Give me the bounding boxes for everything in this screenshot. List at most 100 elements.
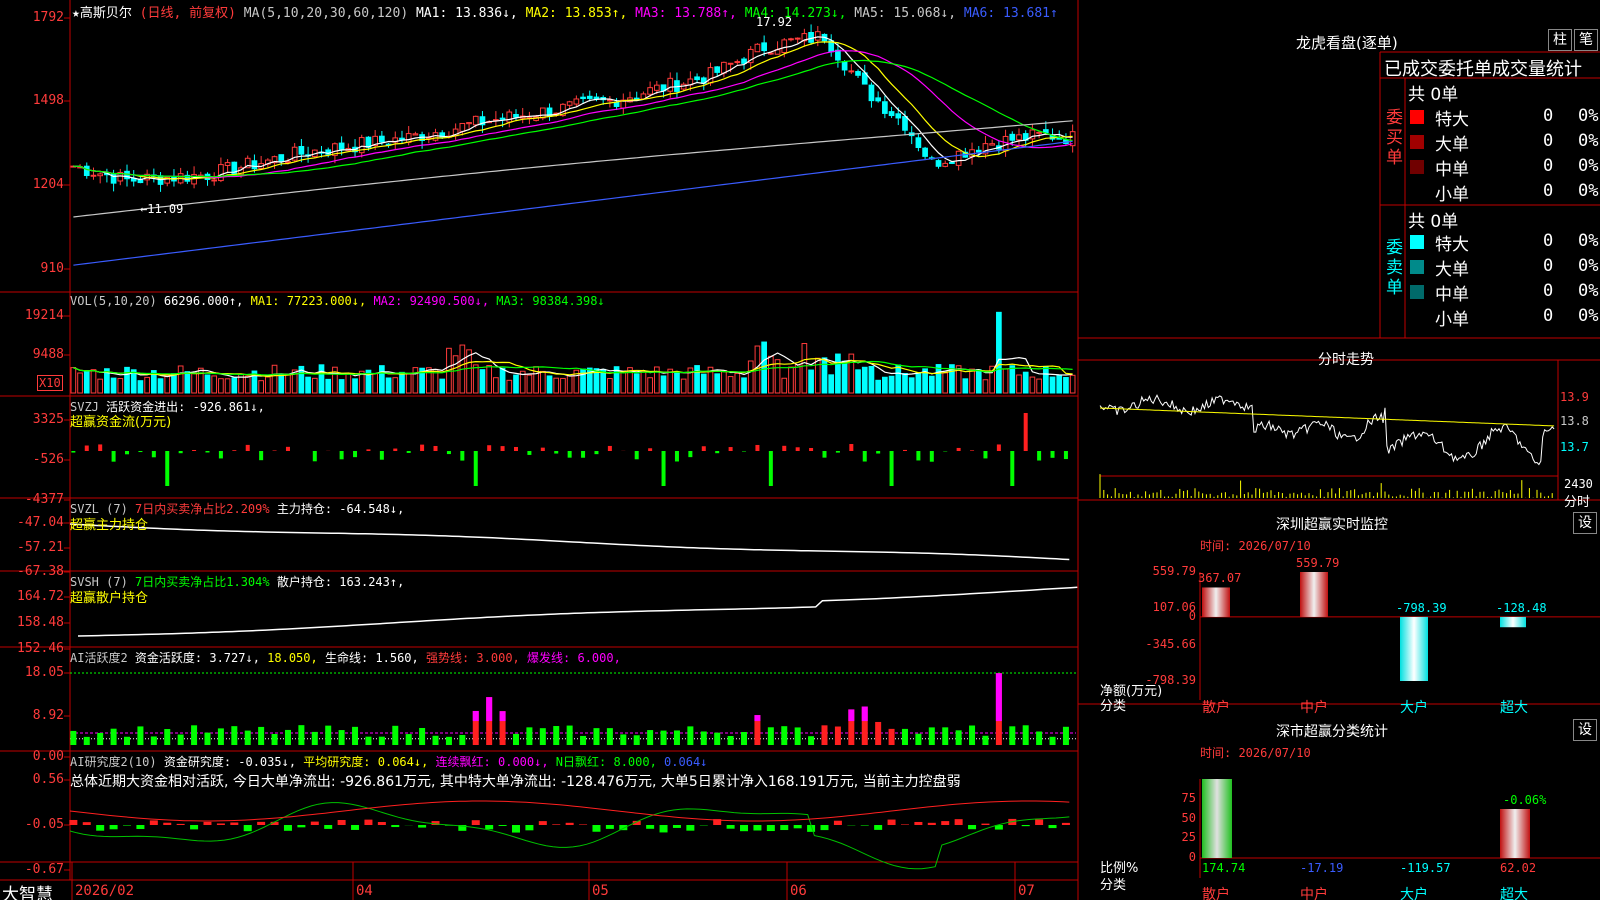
research-bar <box>257 821 266 825</box>
air-header-item: AI研究度2(10) <box>70 755 164 769</box>
order-row[interactable]: 小单 0 0% <box>1408 180 1598 205</box>
candle-body <box>97 173 104 177</box>
research-bar <box>579 824 588 825</box>
air-header-item: 资金研究度: -0.035↓, <box>163 755 304 769</box>
color-swatch <box>1410 235 1424 249</box>
volume-bar <box>472 364 479 394</box>
order-type: 大单 <box>1435 135 1469 155</box>
volume-bar <box>506 379 513 394</box>
order-row[interactable]: 中单 0 0% <box>1408 155 1598 180</box>
monitor-category: 大户 <box>1400 700 1428 716</box>
ma-values: MA(5,10,20,30,60,120) MA1: 13.836↓, MA2:… <box>244 6 1058 21</box>
volume-bar <box>211 375 218 394</box>
order-type: 特大 <box>1435 110 1469 130</box>
activity-bar <box>794 727 801 745</box>
activity-bar <box>942 727 949 745</box>
svzl-panel[interactable] <box>69 523 1070 561</box>
monitor-bar <box>1202 587 1230 617</box>
order-row[interactable]: 中单 0 0% <box>1408 280 1598 305</box>
volume-bar <box>794 364 801 394</box>
volume-bar <box>942 372 949 394</box>
chart-mode[interactable]: (日线, 前复权) <box>140 6 236 21</box>
research-bar <box>753 825 762 831</box>
bar-view-button[interactable]: 柱 <box>1548 29 1572 51</box>
monitor-value: -798.39 <box>1396 600 1447 615</box>
volume-bar <box>647 377 653 394</box>
fund-flow-bar <box>715 451 720 454</box>
activity-bar <box>150 736 157 745</box>
fund-flow-bar <box>285 446 290 451</box>
svzj-ticks-tick: 3325 <box>32 412 64 427</box>
candle-body <box>794 37 801 40</box>
volume-bar <box>660 375 667 394</box>
fund-flow-bar <box>232 450 237 451</box>
date-label: 05 <box>592 883 609 899</box>
ai2-header-item: 18.050, <box>267 651 325 665</box>
volume-bar <box>513 374 519 394</box>
candle-body <box>1036 131 1042 134</box>
activity-bar <box>512 733 519 745</box>
svzl-subtitle: 超赢主力持仓 <box>70 518 149 533</box>
research-bar <box>149 820 158 825</box>
net-class-label: 分类 <box>1100 699 1127 714</box>
intraday-panel[interactable] <box>1099 394 1555 498</box>
ma-line-item: MA(5,10,20,30,60,120) <box>243 6 416 21</box>
monitor-settings-button[interactable]: 设 <box>1573 512 1597 534</box>
fund-flow-bar <box>795 447 800 451</box>
air-header-item: 平均研究度: 0.064↓, <box>303 755 436 769</box>
monitor-chart <box>1199 572 1600 700</box>
activity-bar <box>687 726 694 745</box>
class-value: 174.74 <box>1202 861 1246 875</box>
candle-body <box>1016 134 1022 141</box>
volume-bar <box>110 377 117 394</box>
volume-bar <box>767 355 774 394</box>
retail-holding-line <box>77 586 1078 637</box>
order-row[interactable]: 小单 0 0% <box>1408 305 1598 330</box>
order-row[interactable]: 特大 0 0% <box>1408 230 1598 255</box>
price-panel[interactable] <box>70 24 1076 266</box>
volume-bar <box>855 369 861 394</box>
brand-logo[interactable]: 大智慧 <box>2 880 53 900</box>
ai-research-panel[interactable] <box>69 800 1070 870</box>
volume-panel[interactable] <box>70 311 1076 394</box>
volume-bar <box>231 377 238 394</box>
research-bar <box>981 823 990 825</box>
research-bar <box>968 825 977 830</box>
volume-bar <box>808 369 814 394</box>
tick-view-button[interactable]: 笔 <box>1574 29 1598 51</box>
research-bar <box>672 825 681 828</box>
svzj-panel[interactable] <box>71 413 1068 486</box>
volume-bar <box>727 376 734 394</box>
fund-flow-bar <box>111 451 116 462</box>
class-settings-button[interactable]: 设 <box>1573 719 1597 741</box>
activity-bar <box>284 729 291 745</box>
research-bar <box>203 821 212 825</box>
candle-body <box>814 31 821 41</box>
candle-body <box>647 87 653 95</box>
order-percent: 0% <box>1578 106 1599 126</box>
candle-body <box>633 97 640 100</box>
candle-body <box>721 61 727 74</box>
volume-bar <box>1042 365 1049 394</box>
activity-bar <box>834 726 841 745</box>
activity-bar <box>593 728 600 745</box>
burst-bar <box>754 715 761 722</box>
volume-bar <box>338 379 345 394</box>
fund-flow-bar <box>983 451 988 459</box>
volume-bar <box>828 374 835 394</box>
order-row[interactable]: 特大 0 0% <box>1408 105 1599 130</box>
ratio-pct-mark: -0.06% <box>1503 793 1547 807</box>
candle-body <box>888 111 895 117</box>
order-row[interactable]: 大单 0 0% <box>1408 255 1598 280</box>
research-bar <box>364 819 373 825</box>
research-bar <box>874 825 883 830</box>
vol-ticks-tick: 9488 <box>32 347 64 362</box>
research-bar <box>216 823 225 825</box>
volume-bar <box>1063 377 1069 394</box>
stock-name[interactable]: ★高斯贝尔 <box>72 6 132 21</box>
monitor-value: -128.48 <box>1496 600 1547 615</box>
order-row[interactable]: 大单 0 0% <box>1408 130 1598 155</box>
ai-activity-panel[interactable] <box>70 672 1076 745</box>
fund-flow-bar <box>661 451 666 486</box>
svsh-panel[interactable] <box>77 586 1078 637</box>
